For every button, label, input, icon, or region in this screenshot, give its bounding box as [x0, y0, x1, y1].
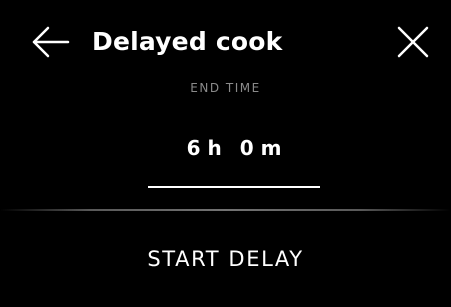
start-delay-button[interactable]: START DELAY — [0, 211, 451, 303]
page-title: Delayed cook — [92, 27, 283, 56]
close-icon — [397, 26, 429, 58]
arrow-left-icon — [32, 26, 70, 58]
end-time-label: END TIME — [190, 81, 261, 95]
back-button[interactable] — [28, 24, 76, 60]
close-button[interactable] — [392, 24, 432, 60]
header: Delayed cook — [0, 0, 451, 84]
minutes-value: 0 m — [239, 136, 282, 160]
hours-value: 6 h — [186, 136, 222, 160]
time-underline — [148, 186, 320, 188]
end-time-picker[interactable]: 6 h 0 m — [148, 130, 320, 166]
